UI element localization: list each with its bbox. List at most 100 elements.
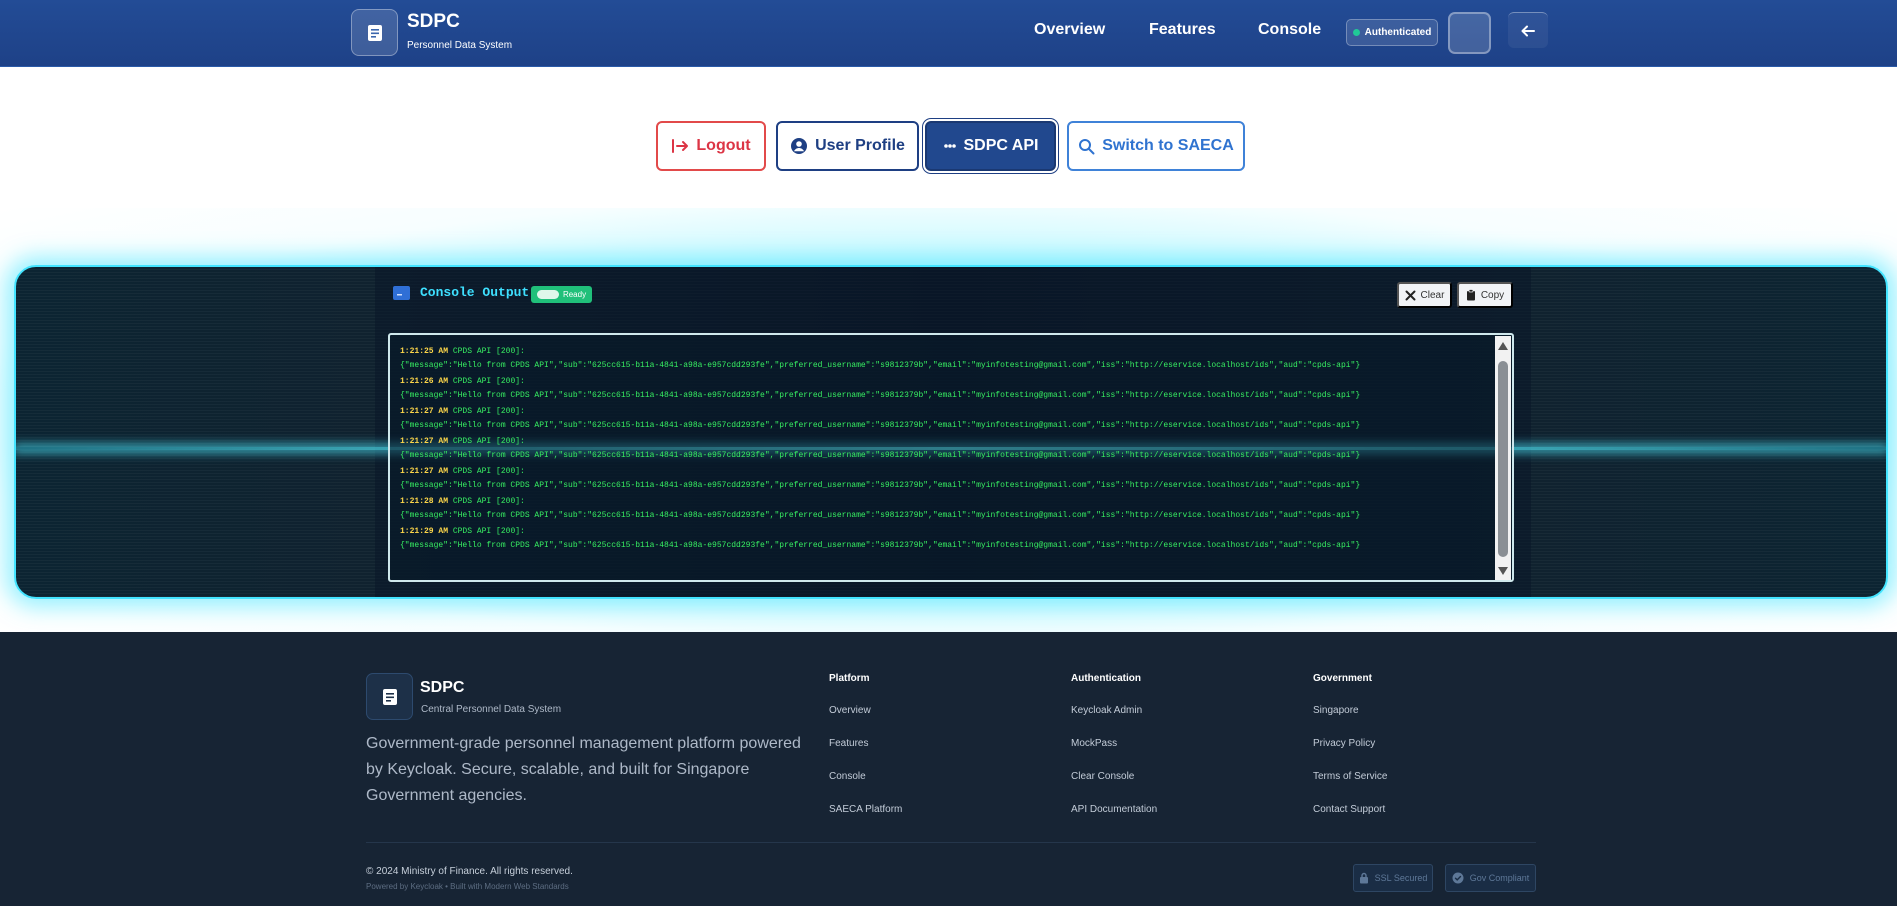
footer-link-saeca[interactable]: SAECA Platform (829, 804, 902, 815)
log-tag: CPDS API [200]: (452, 407, 525, 416)
footer-link-support[interactable]: Contact Support (1313, 804, 1385, 815)
log-time: 1:21:27 AM (400, 407, 449, 416)
log-time: 1:21:28 AM (400, 497, 449, 506)
console-output[interactable]: 1:21:25 AM CPDS API [200]: {"message":"He… (388, 333, 1514, 582)
status-dot-icon (1352, 29, 1360, 36)
clipboard-icon (1466, 289, 1475, 301)
check-badge-icon (1452, 872, 1464, 884)
footer-link-api-docs[interactable]: API Documentation (1071, 804, 1157, 815)
switch-saeca-label: Switch to SAECA (1102, 137, 1234, 154)
footer-link-singapore[interactable]: Singapore (1313, 705, 1359, 716)
close-icon (1405, 290, 1416, 300)
scroll-thumb[interactable] (1498, 361, 1508, 557)
log-tag: CPDS API [200]: (452, 497, 525, 506)
footer-brand-title: SDPC (420, 679, 465, 696)
footer-col-platform-title: Platform (829, 673, 870, 684)
log-entry: 1:21:27 AM CPDS API [200]: {"message":"He… (400, 405, 1485, 435)
back-button[interactable] (1508, 12, 1548, 48)
nav-overview[interactable]: Overview (1034, 21, 1105, 39)
log-tag: CPDS API [200]: (452, 377, 525, 386)
log-entry: 1:21:26 AM CPDS API [200]: {"message":"He… (400, 375, 1485, 405)
brand-logo[interactable] (351, 9, 398, 56)
user-profile-label: User Profile (815, 137, 905, 154)
log-entry: 1:21:28 AM CPDS API [200]: {"message":"He… (400, 495, 1485, 525)
log-time: 1:21:27 AM (400, 437, 449, 446)
clear-label: Clear (1420, 289, 1445, 301)
auth-status-badge: Authenticated (1346, 19, 1438, 46)
scroll-up-icon[interactable] (1498, 342, 1508, 350)
log-list: 1:21:25 AM CPDS API [200]: {"message":"He… (400, 345, 1485, 555)
log-body: {"message":"Hello from CPDS API","sub":"… (400, 511, 1361, 520)
log-entry: 1:21:25 AM CPDS API [200]: {"message":"He… (400, 345, 1485, 375)
console-title: Console Output (420, 285, 530, 300)
log-time: 1:21:26 AM (400, 377, 449, 386)
footer-brand-subtitle: Central Personnel Data System (421, 704, 562, 715)
footer-link-console[interactable]: Console (829, 771, 866, 782)
ssl-label: SSL Secured (1374, 873, 1428, 883)
footer-link-clear-console[interactable]: Clear Console (1071, 771, 1134, 782)
sdpc-api-label: SDPC API (963, 137, 1039, 154)
brand-title: SDPC (407, 11, 460, 32)
footer-divider (366, 842, 1536, 843)
nav-console[interactable]: Console (1258, 21, 1321, 39)
log-time: 1:21:27 AM (400, 467, 449, 476)
log-tag: CPDS API [200]: (452, 467, 525, 476)
log-tag: CPDS API [200]: (452, 347, 525, 356)
back-arrow-icon (1521, 25, 1535, 36)
footer-link-overview[interactable]: Overview (829, 705, 871, 716)
log-entry: 1:21:27 AM CPDS API [200]: {"message":"He… (400, 435, 1485, 465)
log-entry: 1:21:29 AM CPDS API [200]: {"message":"He… (400, 525, 1485, 555)
top-navbar: SDPC Personnel Data System Overview Feat… (0, 0, 1897, 67)
log-body: {"message":"Hello from CPDS API","sub":"… (400, 451, 1361, 460)
footer-logo (366, 673, 413, 720)
copy-button[interactable]: Copy (1457, 282, 1513, 308)
search-icon (1079, 138, 1095, 154)
footer-description: Government-grade personnel management pl… (366, 735, 801, 804)
log-time: 1:21:25 AM (400, 347, 449, 356)
status-badge: Ready (531, 286, 592, 303)
log-tag: CPDS API [200]: (452, 437, 525, 446)
avatar-button[interactable] (1448, 12, 1491, 54)
user-circle-icon (791, 138, 808, 154)
nav-features[interactable]: Features (1149, 21, 1216, 39)
gov-badge: Gov Compliant (1445, 864, 1536, 892)
log-tag: CPDS API [200]: (452, 527, 525, 536)
copy-label: Copy (1480, 289, 1505, 301)
console-icon (393, 286, 410, 300)
ssl-badge: SSL Secured (1353, 864, 1433, 892)
logout-button[interactable]: Logout (656, 121, 766, 171)
scrollbar[interactable] (1495, 336, 1511, 580)
sdpc-api-button[interactable]: SDPC API (925, 121, 1056, 171)
footer-link-keycloak-admin[interactable]: Keycloak Admin (1071, 705, 1142, 716)
clear-button[interactable]: Clear (1397, 282, 1452, 308)
toggle-pill-icon (536, 290, 559, 299)
scroll-down-icon[interactable] (1498, 567, 1508, 575)
footer-col-auth-title: Authentication (1071, 673, 1141, 684)
log-body: {"message":"Hello from CPDS API","sub":"… (400, 541, 1361, 550)
footer-copyright: © 2024 Ministry of Finance. All rights r… (366, 866, 573, 877)
gov-label: Gov Compliant (1469, 873, 1530, 883)
logout-label: Logout (696, 137, 751, 154)
switch-saeca-button[interactable]: Switch to SAECA (1067, 121, 1245, 171)
logout-icon (672, 139, 689, 153)
log-body: {"message":"Hello from CPDS API","sub":"… (400, 361, 1361, 370)
log-body: {"message":"Hello from CPDS API","sub":"… (400, 421, 1361, 430)
footer-link-terms[interactable]: Terms of Service (1313, 771, 1387, 782)
footer-link-mockpass[interactable]: MockPass (1071, 738, 1117, 749)
document-icon (382, 688, 397, 705)
dots-icon (943, 144, 956, 148)
auth-status-label: Authenticated (1364, 27, 1432, 38)
lock-icon (1359, 872, 1368, 884)
log-body: {"message":"Hello from CPDS API","sub":"… (400, 481, 1361, 490)
log-time: 1:21:29 AM (400, 527, 449, 536)
footer-link-features[interactable]: Features (829, 738, 868, 749)
footer (0, 632, 1897, 906)
footer-link-privacy[interactable]: Privacy Policy (1313, 738, 1375, 749)
brand-subtitle: Personnel Data System (407, 40, 513, 51)
document-icon (367, 24, 382, 41)
log-body: {"message":"Hello from CPDS API","sub":"… (400, 391, 1361, 400)
footer-col-gov-title: Government (1313, 673, 1372, 684)
footer-powered-by: Powered by Keycloak • Built with Modern … (366, 882, 569, 891)
log-entry: 1:21:27 AM CPDS API [200]: {"message":"He… (400, 465, 1485, 495)
user-profile-button[interactable]: User Profile (776, 121, 919, 171)
